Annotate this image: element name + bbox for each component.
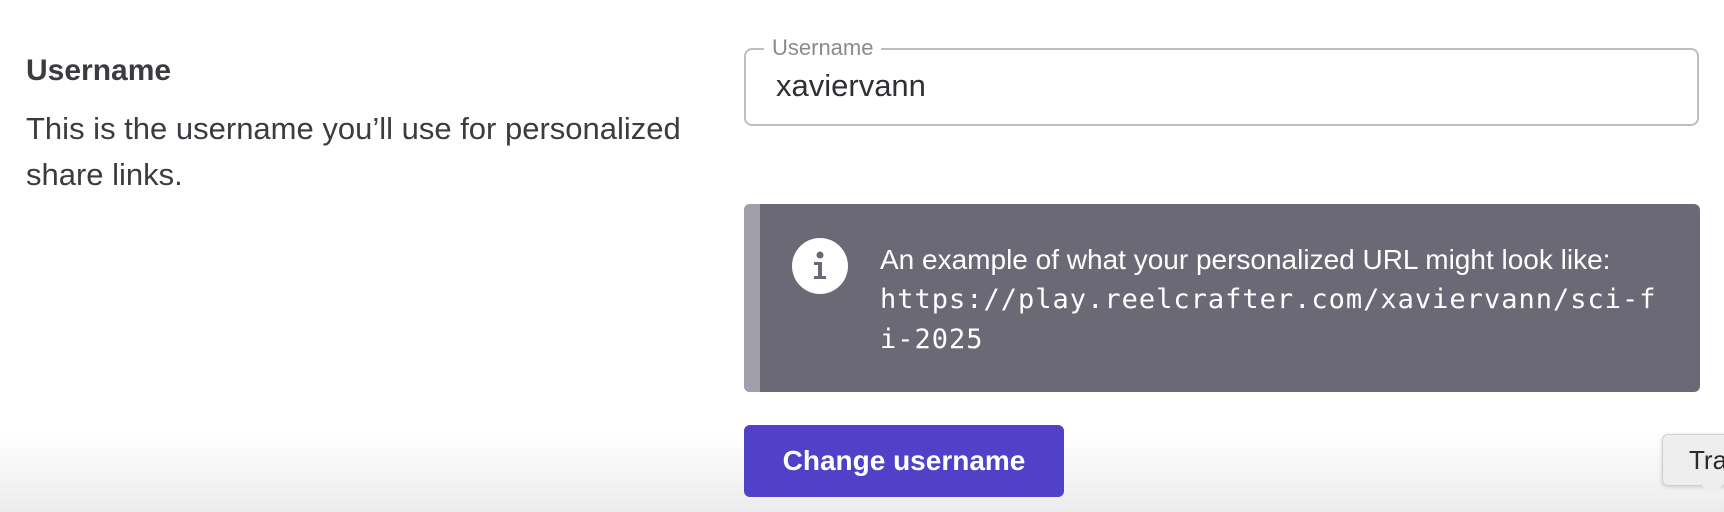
- translate-widget[interactable]: Tra: [1662, 434, 1724, 486]
- info-text: An example of what your personalized URL…: [880, 240, 1670, 360]
- info-callout-accent: [744, 204, 760, 392]
- username-field-label: Username: [764, 34, 882, 62]
- info-message: An example of what your personalized URL…: [880, 244, 1611, 275]
- change-username-button[interactable]: Change username: [744, 425, 1064, 497]
- username-field[interactable]: Username: [744, 34, 1699, 126]
- info-callout: An example of what your personalized URL…: [744, 204, 1700, 392]
- example-url: https://play.reelcrafter.com/xaviervann/…: [880, 284, 1657, 355]
- section-description: This is the username you’ll use for pers…: [26, 111, 681, 192]
- info-icon: [792, 238, 848, 294]
- translate-widget-pointer: [1702, 485, 1722, 497]
- username-input[interactable]: [776, 68, 1656, 104]
- section-title: Username: [26, 54, 172, 87]
